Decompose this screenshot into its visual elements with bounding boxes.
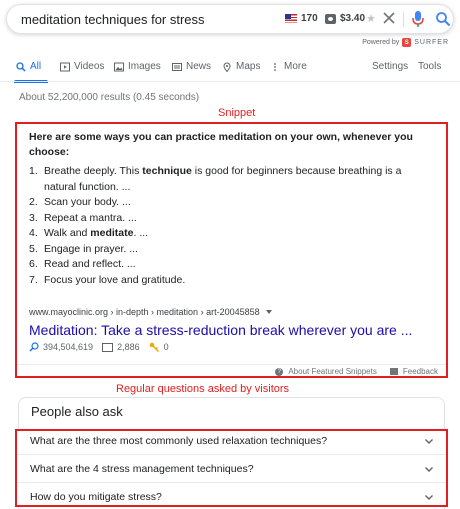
list-item: 5. Engage in prayer. ...: [29, 242, 434, 258]
list-number: 7.: [29, 273, 38, 286]
list-item: 1. Breathe deeply. This technique is good…: [29, 164, 434, 195]
search-input[interactable]: meditation techniques for stress: [21, 12, 205, 27]
tab-maps-label: Maps: [236, 61, 261, 72]
surfer-logo: S: [402, 38, 412, 47]
item-text: Focus your love and gratitude.: [44, 273, 186, 286]
caret-down-icon[interactable]: [265, 310, 272, 314]
us-flag-icon: [285, 14, 297, 23]
item-text: Repeat a mantra. ...: [44, 211, 137, 224]
list-number: 5.: [29, 242, 38, 255]
paa-question[interactable]: What are the 4 stress management techniq…: [30, 463, 254, 475]
tab-maps[interactable]: Maps: [222, 61, 260, 72]
tab-news-label: News: [186, 61, 212, 72]
tab-images[interactable]: Images: [114, 61, 161, 72]
list-item: 3. Repeat a mantra. ...: [29, 211, 434, 227]
list-number: 4.: [29, 227, 38, 239]
featured-snippet: Here are some ways you can practice medi…: [15, 122, 448, 378]
metric-words: 2,886: [117, 342, 140, 352]
paa-divider: [17, 454, 446, 455]
tab-videos-label: Videos: [74, 61, 105, 72]
paa-question[interactable]: How do you mitigate stress?: [30, 491, 162, 503]
feedback-link[interactable]: Feedback: [403, 367, 438, 376]
news-icon: [172, 62, 182, 71]
people-also-ask-questions: What are the three most commonly used re…: [15, 429, 448, 507]
surfer-brand: SURFER: [414, 39, 449, 46]
document-icon: [102, 342, 114, 352]
list-item: 2. Scan your body. ...: [29, 195, 434, 211]
list-number: 1.: [29, 165, 38, 177]
annotation-snippet: Snippet: [218, 107, 256, 119]
tab-all[interactable]: All: [16, 61, 41, 72]
result-stats: About 52,200,000 results (0.45 seconds): [19, 92, 200, 103]
keyword-cpc: $3.40: [340, 13, 366, 24]
snippet-heading: Here are some ways you can practice medi…: [29, 131, 413, 158]
list-number: 3.: [29, 211, 38, 224]
annotation-questions: Regular questions asked by visitors: [116, 383, 290, 395]
chevron-down-icon[interactable]: [424, 464, 434, 474]
surfer-metrics: 394,504,619 2,886 0: [29, 342, 169, 352]
tab-more-label: More: [284, 61, 307, 72]
key-icon: [149, 342, 159, 352]
searchbar-divider: [403, 12, 404, 27]
play-icon: [60, 62, 70, 71]
search-bar[interactable]: meditation techniques for stress 170 $3.…: [6, 4, 454, 34]
tab-settings[interactable]: Settings: [372, 61, 408, 72]
item-text: Engage in prayer. ...: [44, 242, 138, 255]
star-icon[interactable]: ★: [366, 12, 376, 25]
item-text: Breathe deeply. This: [44, 165, 143, 177]
more-vertical-icon: [274, 62, 276, 71]
cpc-icon: [325, 14, 336, 24]
help-icon: ?: [275, 367, 284, 376]
item-text: Walk and: [44, 227, 91, 239]
snippet-list: 1. Breathe deeply. This technique is good…: [29, 164, 434, 288]
tab-settings-label: Settings: [372, 61, 409, 72]
item-text: Read and reflect. ...: [44, 258, 136, 270]
snippet-footer: ? About Featured Snippets Feedback: [275, 367, 438, 376]
list-item: 4. Walk and meditate. ...: [29, 226, 434, 242]
key-search-icon: [29, 342, 39, 352]
result-url-text: www.mayoclinic.org › in-depth › meditati…: [29, 307, 260, 317]
tab-more[interactable]: More: [270, 61, 307, 72]
map-pin-icon: [223, 62, 231, 72]
close-icon[interactable]: [382, 11, 396, 25]
result-url[interactable]: www.mayoclinic.org › in-depth › meditati…: [29, 307, 272, 317]
snippet-divider: [17, 364, 446, 365]
powered-by-label: Powered by: [362, 39, 400, 46]
tab-news[interactable]: News: [172, 61, 211, 72]
tab-images-label: Images: [128, 61, 161, 72]
microphone-icon[interactable]: [411, 10, 425, 28]
paa-divider: [17, 482, 446, 483]
chevron-down-icon[interactable]: [424, 436, 434, 446]
tab-tools[interactable]: Tools: [418, 61, 441, 72]
surfer-powered-by: Powered by S SURFER: [362, 38, 449, 47]
keyword-volume: 170: [301, 13, 318, 24]
tab-videos[interactable]: Videos: [60, 61, 104, 72]
paa-question[interactable]: What are the three most commonly used re…: [30, 435, 327, 447]
search-icon[interactable]: [435, 11, 451, 27]
list-number: 6.: [29, 258, 38, 270]
result-title-link[interactable]: Meditation: Take a stress-reduction brea…: [29, 322, 412, 338]
tab-all-label: All: [30, 61, 42, 72]
tab-tools-label: Tools: [418, 61, 442, 72]
item-text: . ...: [133, 227, 149, 239]
list-item: 6. Read and reflect. ...: [29, 257, 434, 273]
list-number: 2.: [29, 196, 38, 208]
metric-links: 0: [163, 342, 169, 352]
item-bold: technique: [142, 165, 192, 177]
chevron-down-icon[interactable]: [424, 492, 434, 502]
tabs-divider: [0, 81, 460, 82]
feedback-icon: [389, 368, 398, 375]
about-featured-snippets-link[interactable]: About Featured Snippets: [288, 367, 377, 376]
search-icon: [16, 61, 26, 72]
image-icon: [114, 62, 124, 71]
people-also-ask-title: People also ask: [31, 404, 123, 419]
item-text: Scan your body. ...: [44, 196, 131, 208]
metric-keywords: 394,504,619: [43, 342, 94, 352]
list-item: 7. Focus your love and gratitude.: [29, 273, 434, 289]
search-tabs: All Videos Images News Maps More Setting…: [0, 56, 460, 83]
item-bold: meditate: [90, 227, 134, 239]
